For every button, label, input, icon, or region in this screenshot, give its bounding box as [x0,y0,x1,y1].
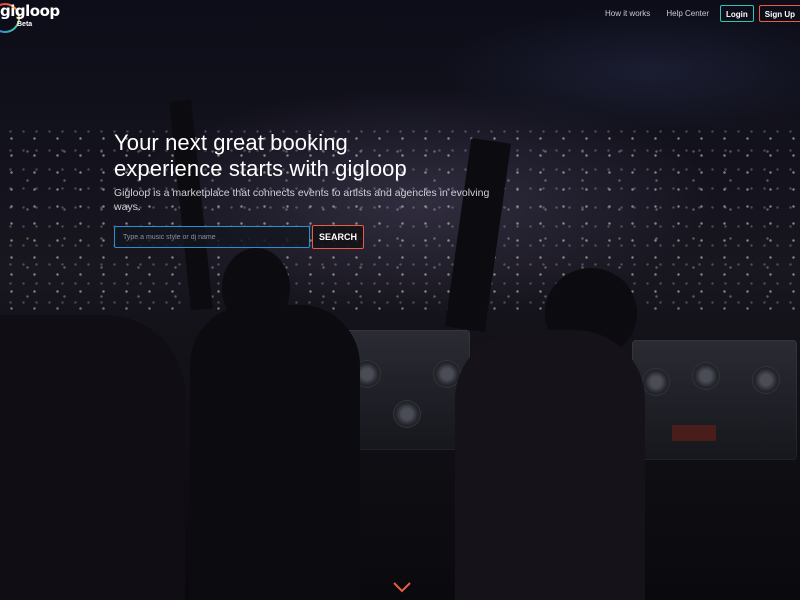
dj-mixer-right [632,340,797,460]
dj-body-right [455,330,645,600]
hero-headline-line2: experience starts with gigloop [114,156,407,181]
sign-up-button[interactable]: Sign Up [758,5,800,22]
top-header: gigloop Beta How it works Help Center Lo… [0,0,800,31]
hero-subtitle: Gigloop is a marketplace that connects e… [114,187,490,213]
brand-logo[interactable]: gigloop Beta [0,2,60,31]
nav-how-it-works[interactable]: How it works [605,9,650,18]
logo-text: gigloop [0,2,60,20]
chevron-down-icon[interactable] [392,580,412,593]
dj-mixer-left [345,330,470,450]
nav-help-center[interactable]: Help Center [666,9,709,18]
landing-page: gigloop Beta How it works Help Center Lo… [0,0,800,600]
hero-section: Your next great booking experience start… [114,130,504,214]
search-input[interactable] [114,226,310,248]
hero-headline-line1: Your next great booking [114,130,348,155]
beta-badge: Beta [17,21,33,28]
top-nav: How it works Help Center Login Sign Up [605,5,800,22]
search-bar: SEARCH [114,225,365,249]
hero-headline: Your next great booking experience start… [114,130,504,182]
dj-body-left [190,305,360,600]
login-button[interactable]: Login [720,5,754,22]
search-button[interactable]: SEARCH [312,225,365,249]
jacket-foreground [0,315,185,600]
equipment-label [672,425,716,441]
